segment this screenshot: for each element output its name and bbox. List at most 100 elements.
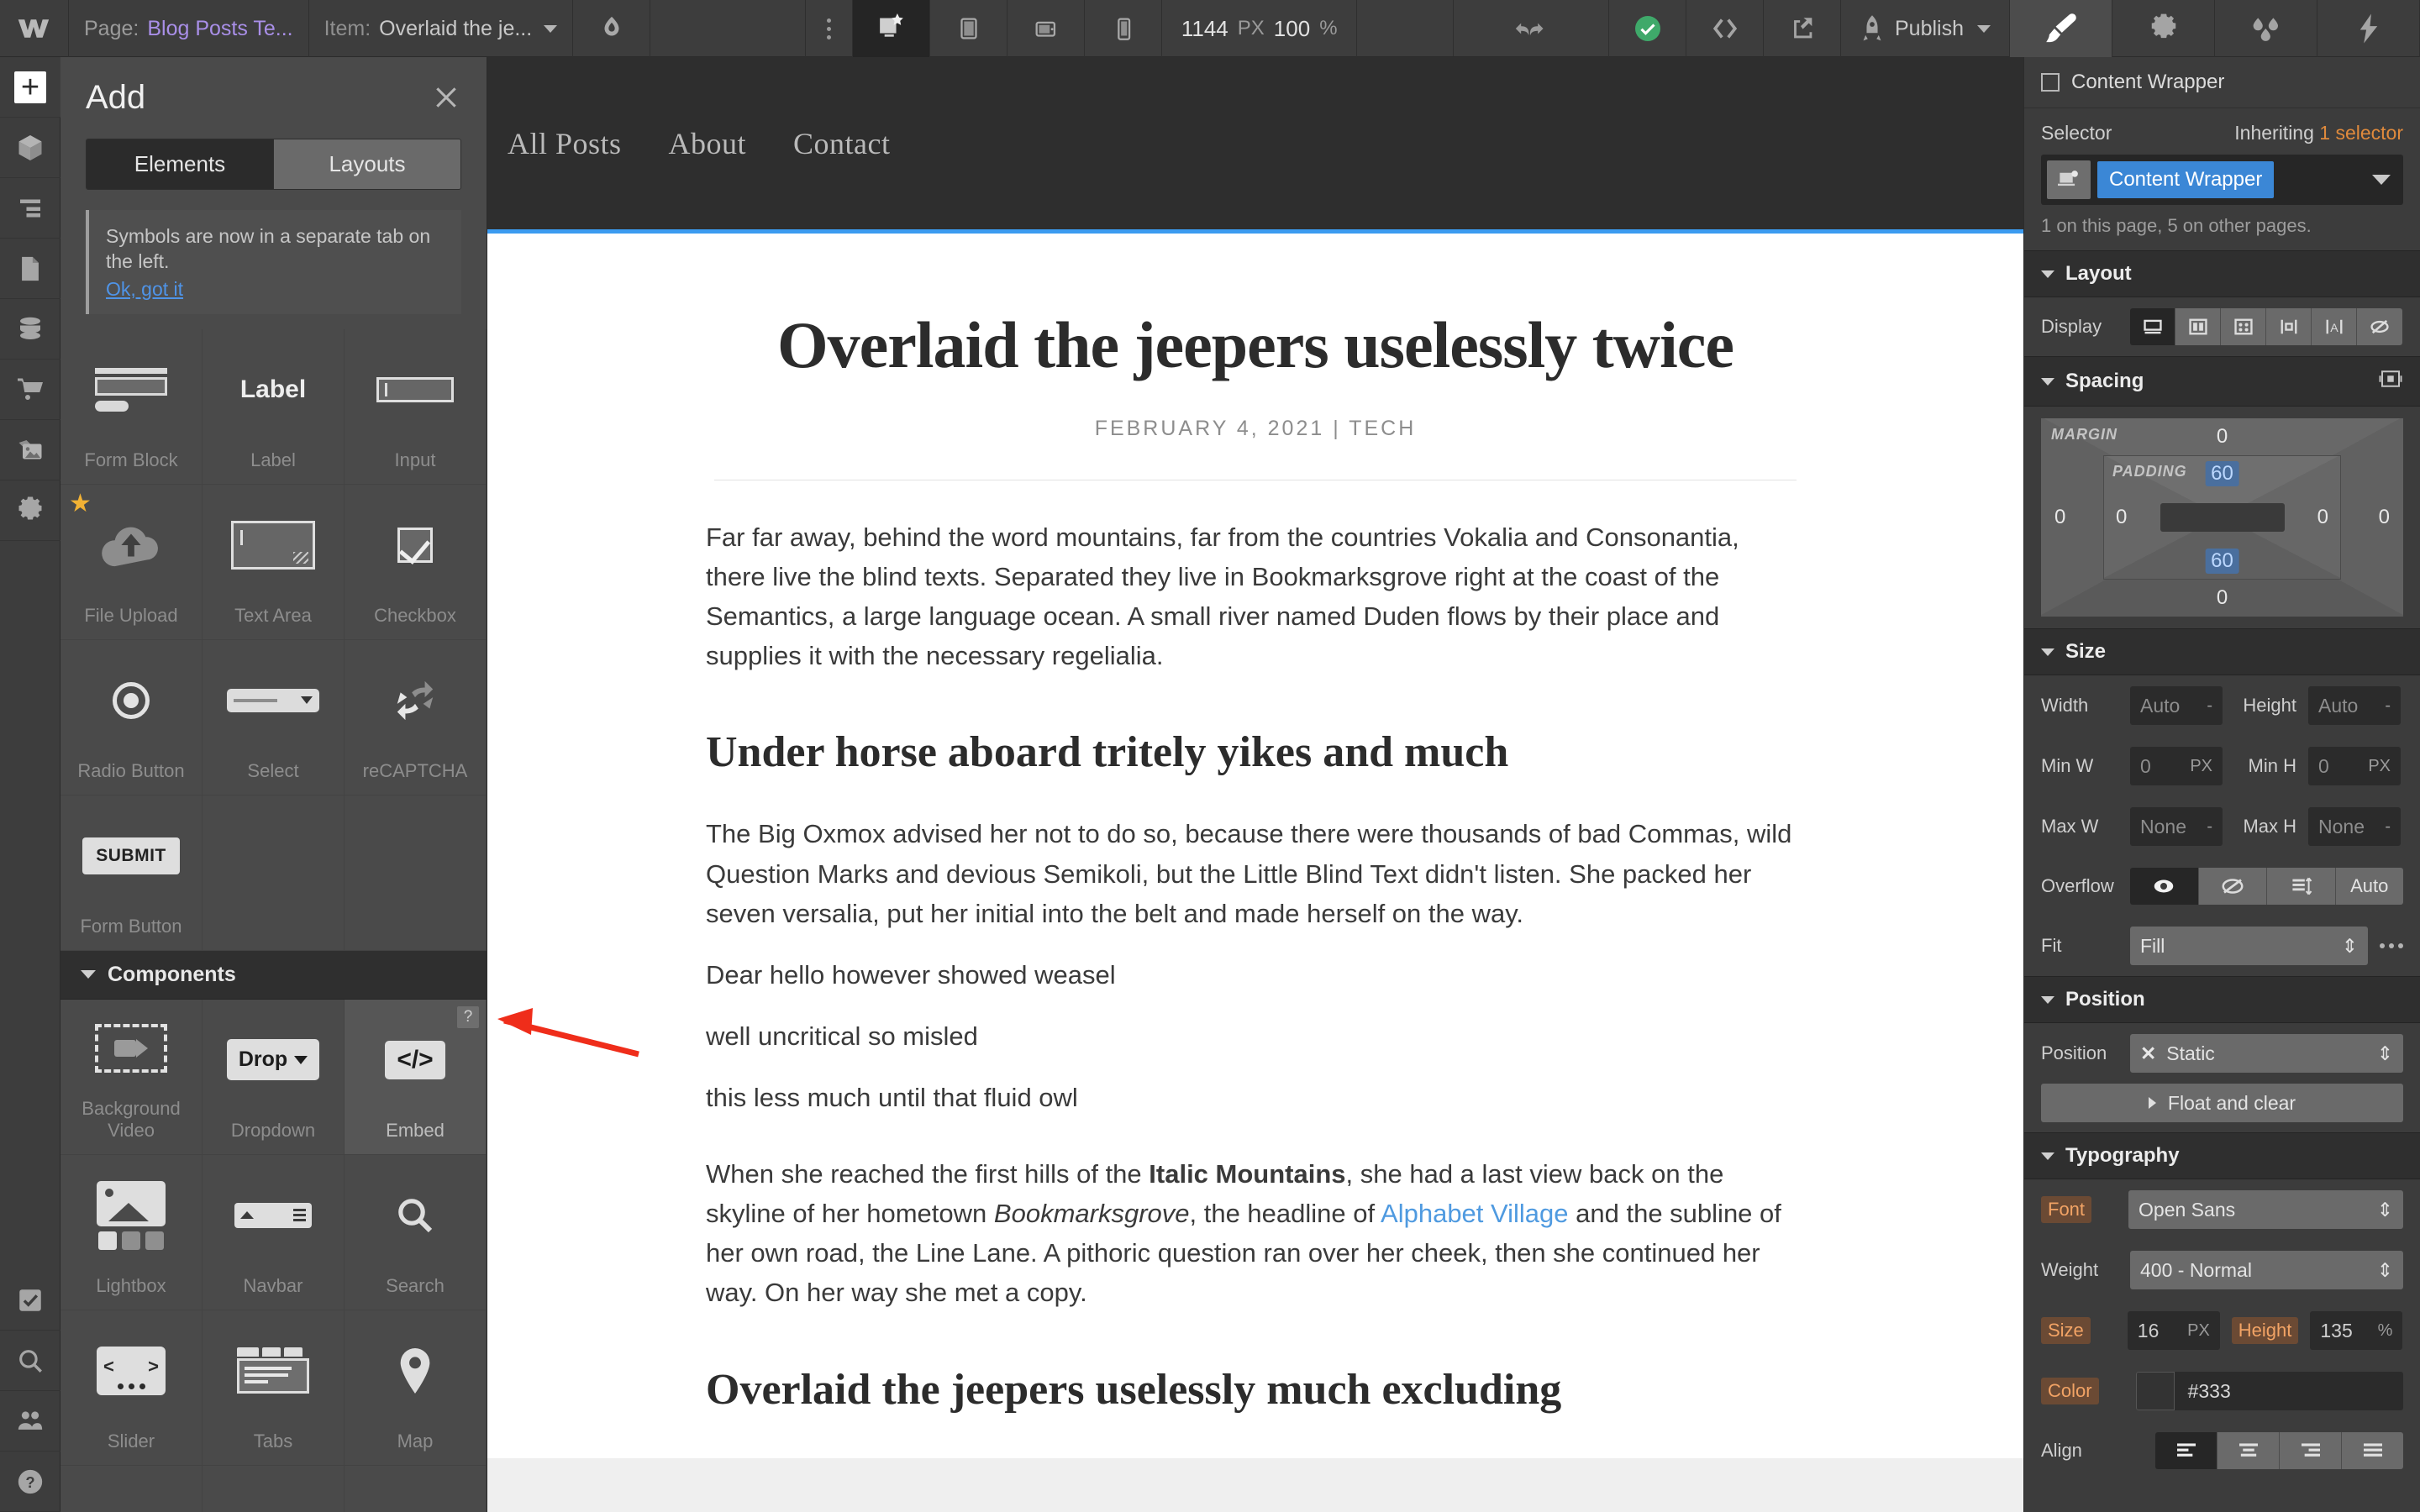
rail-ecommerce[interactable] bbox=[0, 360, 60, 420]
inheriting-count[interactable]: 1 selector bbox=[2319, 122, 2403, 144]
overflow-auto[interactable]: Auto bbox=[2335, 868, 2403, 905]
breakpoint-mobile[interactable] bbox=[1085, 0, 1163, 57]
padding-bottom-value[interactable]: 60 bbox=[2205, 549, 2239, 574]
element-label[interactable]: Label Label bbox=[203, 328, 345, 485]
p3-link[interactable]: Alphabet Village bbox=[1381, 1199, 1569, 1228]
element-background-video[interactable]: Background Video bbox=[60, 999, 203, 1155]
padding-right-value[interactable]: 0 bbox=[2317, 506, 2328, 529]
spacing-link-icon[interactable] bbox=[2378, 368, 2403, 395]
nav-link-about[interactable]: About bbox=[645, 126, 771, 161]
rail-collaborators[interactable] bbox=[0, 1391, 60, 1452]
element-select[interactable]: Select bbox=[203, 639, 345, 795]
breakpoint-desktop-large[interactable] bbox=[853, 0, 931, 57]
nav-link-all-posts[interactable]: All Posts bbox=[487, 126, 645, 161]
display-block[interactable] bbox=[2130, 308, 2175, 345]
article-content[interactable]: Overlaid the jeepers uselessly twice FEB… bbox=[487, 307, 2023, 1512]
code-brackets-icon[interactable] bbox=[1686, 0, 1764, 57]
nav-link-contact[interactable]: Contact bbox=[770, 126, 913, 161]
margin-right-value[interactable]: 0 bbox=[2379, 506, 2390, 529]
rail-navigator[interactable] bbox=[0, 178, 60, 239]
components-section-header[interactable]: Components bbox=[60, 950, 487, 1000]
element-search[interactable]: Search bbox=[345, 1154, 487, 1310]
rail-add-elements[interactable] bbox=[0, 57, 60, 118]
align-left-icon[interactable] bbox=[2155, 1432, 2217, 1469]
position-section-header[interactable]: Position bbox=[2024, 976, 2420, 1023]
selector-class-tag[interactable]: Content Wrapper bbox=[2097, 161, 2275, 198]
element-facebook[interactable]: f bbox=[60, 1465, 203, 1512]
undo-redo-group[interactable] bbox=[1454, 0, 1609, 57]
padding-left-value[interactable]: 0 bbox=[2116, 506, 2127, 529]
color-swatch[interactable] bbox=[2135, 1372, 2175, 1410]
element-slider[interactable]: < > Slider bbox=[60, 1310, 203, 1466]
style-panel-tab[interactable] bbox=[2010, 0, 2112, 57]
font-size-input[interactable]: 16 PX bbox=[2127, 1311, 2220, 1350]
display-flex[interactable] bbox=[2175, 308, 2221, 345]
align-center-icon[interactable] bbox=[2217, 1432, 2280, 1469]
spacing-section-header[interactable]: Spacing bbox=[2024, 356, 2420, 407]
weight-select[interactable]: 400 - Normal ⇕ bbox=[2130, 1251, 2403, 1289]
rail-assets[interactable] bbox=[0, 420, 60, 480]
rail-settings[interactable] bbox=[0, 480, 60, 541]
element-lightbox[interactable]: Lightbox bbox=[60, 1154, 203, 1310]
spacing-editor[interactable]: MARGIN 0 0 0 0 PADDING 60 0 0 60 bbox=[2041, 418, 2403, 617]
webflow-logo-icon[interactable] bbox=[0, 0, 69, 57]
rail-cms[interactable] bbox=[0, 299, 60, 360]
site-preview[interactable]: Home All Posts About Contact Overlaid th… bbox=[487, 57, 2023, 1512]
ellipsis-icon[interactable] bbox=[2380, 943, 2403, 948]
selected-element-row[interactable]: Content Wrapper bbox=[2024, 57, 2420, 108]
selector-combobox[interactable]: Content Wrapper bbox=[2041, 155, 2403, 205]
interactions-panel-tab[interactable] bbox=[2215, 0, 2317, 57]
display-inline[interactable]: A bbox=[2312, 308, 2357, 345]
padding-top-value[interactable]: 60 bbox=[2205, 461, 2239, 486]
article-body[interactable]: Far far away, behind the word mountains,… bbox=[487, 517, 2023, 1512]
element-map[interactable]: Map bbox=[345, 1310, 487, 1466]
site-navbar[interactable]: Home All Posts About Contact bbox=[487, 57, 2023, 229]
element-checkbox[interactable]: Checkbox bbox=[345, 484, 487, 640]
add-panel-scroll[interactable]: Form Block Label Label Input ★ File Uplo… bbox=[60, 328, 487, 1512]
display-grid[interactable] bbox=[2221, 308, 2266, 345]
share-export-icon[interactable] bbox=[1764, 0, 1841, 57]
selector-state-icon[interactable] bbox=[2047, 160, 2091, 199]
vertical-dots-icon[interactable] bbox=[806, 0, 854, 57]
element-navbar[interactable]: Navbar bbox=[203, 1154, 345, 1310]
breakpoint-tablet[interactable] bbox=[1007, 0, 1086, 57]
close-icon[interactable] bbox=[433, 84, 460, 111]
min-height-input[interactable]: 0 PX bbox=[2308, 747, 2401, 785]
float-and-clear-toggle[interactable]: Float and clear bbox=[2041, 1084, 2403, 1122]
rail-help[interactable]: ? bbox=[0, 1452, 60, 1512]
display-inline-block[interactable] bbox=[2266, 308, 2312, 345]
layout-section-header[interactable]: Layout bbox=[2024, 250, 2420, 297]
element-twitter[interactable] bbox=[203, 1465, 345, 1512]
element-text-area[interactable]: Text Area bbox=[203, 484, 345, 640]
max-width-input[interactable]: None - bbox=[2130, 807, 2223, 846]
overflow-hidden[interactable] bbox=[2198, 868, 2267, 905]
margin-top-value[interactable]: 0 bbox=[2217, 425, 2228, 449]
element-tabs[interactable]: Tabs bbox=[203, 1310, 345, 1466]
help-badge-icon[interactable]: ? bbox=[457, 1005, 479, 1028]
tab-elements[interactable]: Elements bbox=[87, 139, 273, 189]
line-height-input[interactable]: 135% bbox=[2310, 1311, 2403, 1350]
height-input[interactable]: Auto - bbox=[2308, 686, 2401, 725]
rail-audit[interactable] bbox=[0, 1270, 60, 1331]
position-select[interactable]: ✕ Static ⇕ bbox=[2130, 1034, 2403, 1073]
margin-bottom-value[interactable]: 0 bbox=[2217, 586, 2228, 610]
element-embed[interactable]: ? </> Embed bbox=[345, 999, 487, 1155]
typography-section-header[interactable]: Typography bbox=[2024, 1132, 2420, 1179]
element-form-button[interactable]: SUBMIT Form Button bbox=[60, 795, 203, 951]
effects-panel-tab[interactable] bbox=[2317, 0, 2420, 57]
text-color-input[interactable]: #333 bbox=[2135, 1372, 2403, 1410]
element-radio-button[interactable]: Radio Button bbox=[60, 639, 203, 795]
overflow-visible[interactable] bbox=[2130, 868, 2199, 905]
breakpoint-desktop[interactable] bbox=[930, 0, 1008, 57]
align-justify-icon[interactable] bbox=[2342, 1432, 2403, 1469]
padding-editor[interactable]: PADDING 60 0 0 60 bbox=[2103, 455, 2341, 580]
element-dropdown[interactable]: Drop Dropdown bbox=[203, 999, 345, 1155]
element-input[interactable]: Input bbox=[345, 328, 487, 485]
fit-select[interactable]: Fill ⇕ bbox=[2130, 927, 2368, 965]
min-width-input[interactable]: 0 PX bbox=[2130, 747, 2223, 785]
note-dismiss-link[interactable]: Ok, got it bbox=[106, 278, 445, 301]
element-file-upload[interactable]: ★ File Upload bbox=[60, 484, 203, 640]
rail-pages[interactable] bbox=[0, 239, 60, 299]
design-canvas[interactable]: Home All Posts About Contact Overlaid th… bbox=[487, 57, 2023, 1512]
element-form-block[interactable]: Form Block bbox=[60, 328, 203, 485]
